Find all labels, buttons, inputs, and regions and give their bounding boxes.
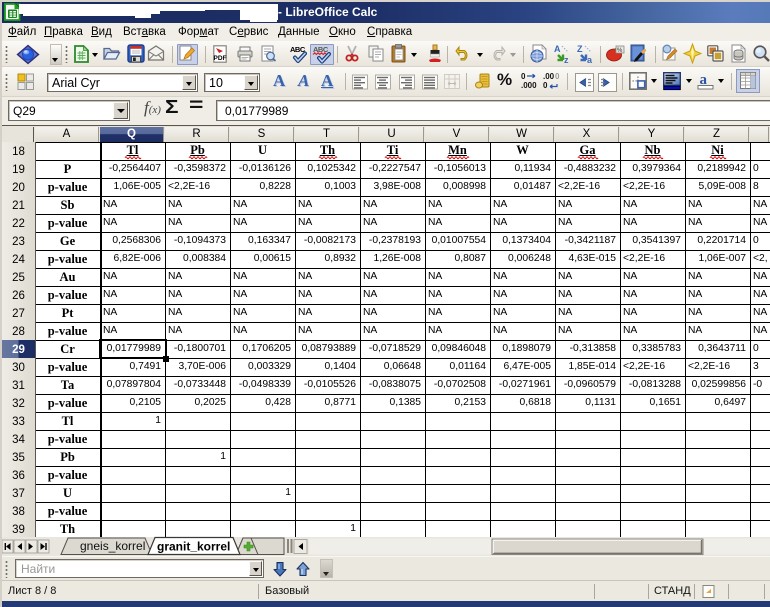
- svg-text:gneis_korrel: gneis_korrel: [80, 539, 145, 553]
- svg-text:granit_korrel: granit_korrel: [157, 540, 230, 554]
